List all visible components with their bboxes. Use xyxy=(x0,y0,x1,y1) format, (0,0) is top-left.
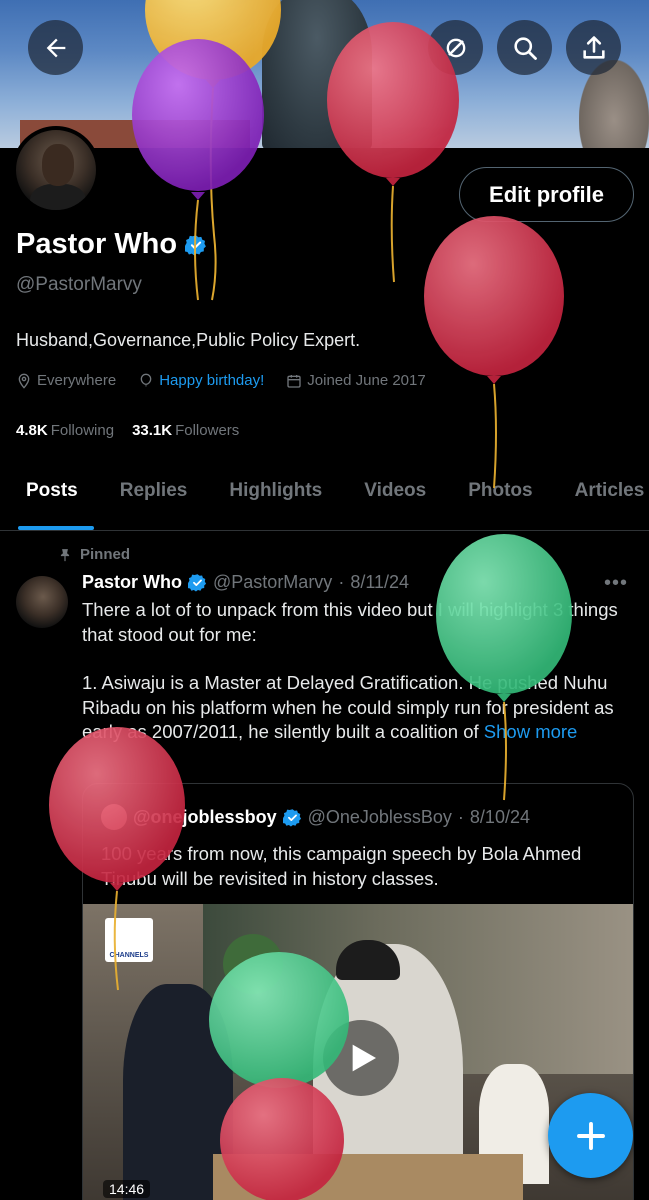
verified-badge-icon xyxy=(282,808,301,826)
pin-icon xyxy=(60,548,70,561)
profile-banner[interactable] xyxy=(0,0,649,148)
following-link[interactable]: 4.8K Following xyxy=(16,422,114,439)
calendar-icon xyxy=(287,374,301,388)
video-duration: 14:46 xyxy=(103,1180,151,1198)
birthday-text[interactable]: Happy birthday! xyxy=(159,372,264,389)
tab-replies[interactable]: Replies xyxy=(94,468,204,530)
quote-separator: · xyxy=(457,806,464,827)
display-name-row: Pastor Who xyxy=(16,228,207,261)
quote-author-name: @onejoblessboy xyxy=(133,806,277,827)
arrow-left-icon xyxy=(46,38,65,57)
verified-badge-icon xyxy=(188,574,207,592)
quote-author-avatar xyxy=(101,804,127,830)
location-pin-icon xyxy=(18,373,30,389)
tab-photos[interactable]: Photos xyxy=(442,468,548,530)
edit-profile-button[interactable]: Edit profile xyxy=(459,167,634,222)
quote-date: 8/10/24 xyxy=(469,806,530,827)
compose-post-button[interactable] xyxy=(548,1093,633,1178)
back-button[interactable] xyxy=(28,20,83,75)
birthday-item[interactable]: Happy birthday! xyxy=(138,372,264,389)
post-header: Pastor Who @PastorMarvy · 8/11/24 xyxy=(82,572,409,593)
avatar-body xyxy=(30,184,86,210)
joined-text: Joined June 2017 xyxy=(307,372,426,389)
quote-author-handle: @OneJoblessBoy xyxy=(307,806,452,827)
grok-button[interactable] xyxy=(428,20,483,75)
tab-articles[interactable]: Articles xyxy=(549,468,649,530)
profile-avatar[interactable] xyxy=(12,126,100,214)
followers-label: Followers xyxy=(175,422,240,439)
channel-logo: CHANNELS xyxy=(105,918,153,962)
location-item: Everywhere xyxy=(16,372,116,389)
post-author-avatar[interactable] xyxy=(16,576,68,628)
follow-stats: 4.8K Following 33.1K Followers xyxy=(16,422,239,439)
show-more-link[interactable]: Show more xyxy=(484,721,578,742)
play-icon xyxy=(352,1044,376,1072)
profile-bio: Husband,Governance,Public Policy Expert. xyxy=(16,330,361,350)
post-body[interactable]: There a lot of to unpack from this video… xyxy=(82,598,622,745)
search-icon xyxy=(513,36,537,60)
play-button[interactable] xyxy=(323,1020,399,1096)
video-player[interactable]: CHANNELS 14:46 xyxy=(83,904,633,1200)
post-more-button[interactable]: ••• xyxy=(604,572,628,595)
profile-meta: Everywhere Happy birthday! Joined June 2… xyxy=(16,372,426,389)
banner-statue xyxy=(262,0,372,148)
display-name: Pastor Who xyxy=(16,228,178,260)
tabs-divider xyxy=(0,530,649,531)
post-paragraph-1: There a lot of to unpack from this video… xyxy=(82,599,618,645)
pinned-label: Pinned xyxy=(80,546,131,563)
post-separator: · xyxy=(338,572,345,592)
share-button[interactable] xyxy=(566,20,621,75)
verified-badge-icon[interactable] xyxy=(185,234,207,256)
quote-body: 100 years from now, this campaign speech… xyxy=(101,843,582,889)
grok-icon xyxy=(446,38,465,57)
followers-link[interactable]: 33.1K Followers xyxy=(132,422,239,439)
followers-count: 33.1K xyxy=(132,422,173,439)
video-seal xyxy=(223,934,283,994)
tab-posts[interactable]: Posts xyxy=(0,468,94,530)
quote-header: @onejoblessboy @OneJoblessBoy · 8/10/24 xyxy=(101,804,530,830)
tab-highlights[interactable]: Highlights xyxy=(203,468,338,530)
location-text: Everywhere xyxy=(37,372,117,389)
post-date[interactable]: 8/11/24 xyxy=(350,572,409,593)
balloon-red-right xyxy=(424,216,564,489)
tab-videos[interactable]: Videos xyxy=(338,468,442,530)
following-count: 4.8K xyxy=(16,422,48,439)
video-podium xyxy=(213,1154,523,1200)
joined-item: Joined June 2017 xyxy=(286,372,426,389)
profile-handle: @PastorMarvy xyxy=(16,274,142,295)
pinned-label-row: Pinned xyxy=(58,546,130,563)
balloon-icon xyxy=(140,373,152,386)
post-author-handle[interactable]: @PastorMarvy xyxy=(213,572,332,593)
search-button[interactable] xyxy=(497,20,552,75)
plus-icon xyxy=(576,1121,605,1150)
profile-tabs: Posts Replies Highlights Videos Photos A… xyxy=(0,468,649,530)
post-author-name[interactable]: Pastor Who xyxy=(82,572,182,593)
avatar-face xyxy=(42,144,74,186)
share-icon xyxy=(582,35,605,59)
following-label: Following xyxy=(50,422,115,439)
